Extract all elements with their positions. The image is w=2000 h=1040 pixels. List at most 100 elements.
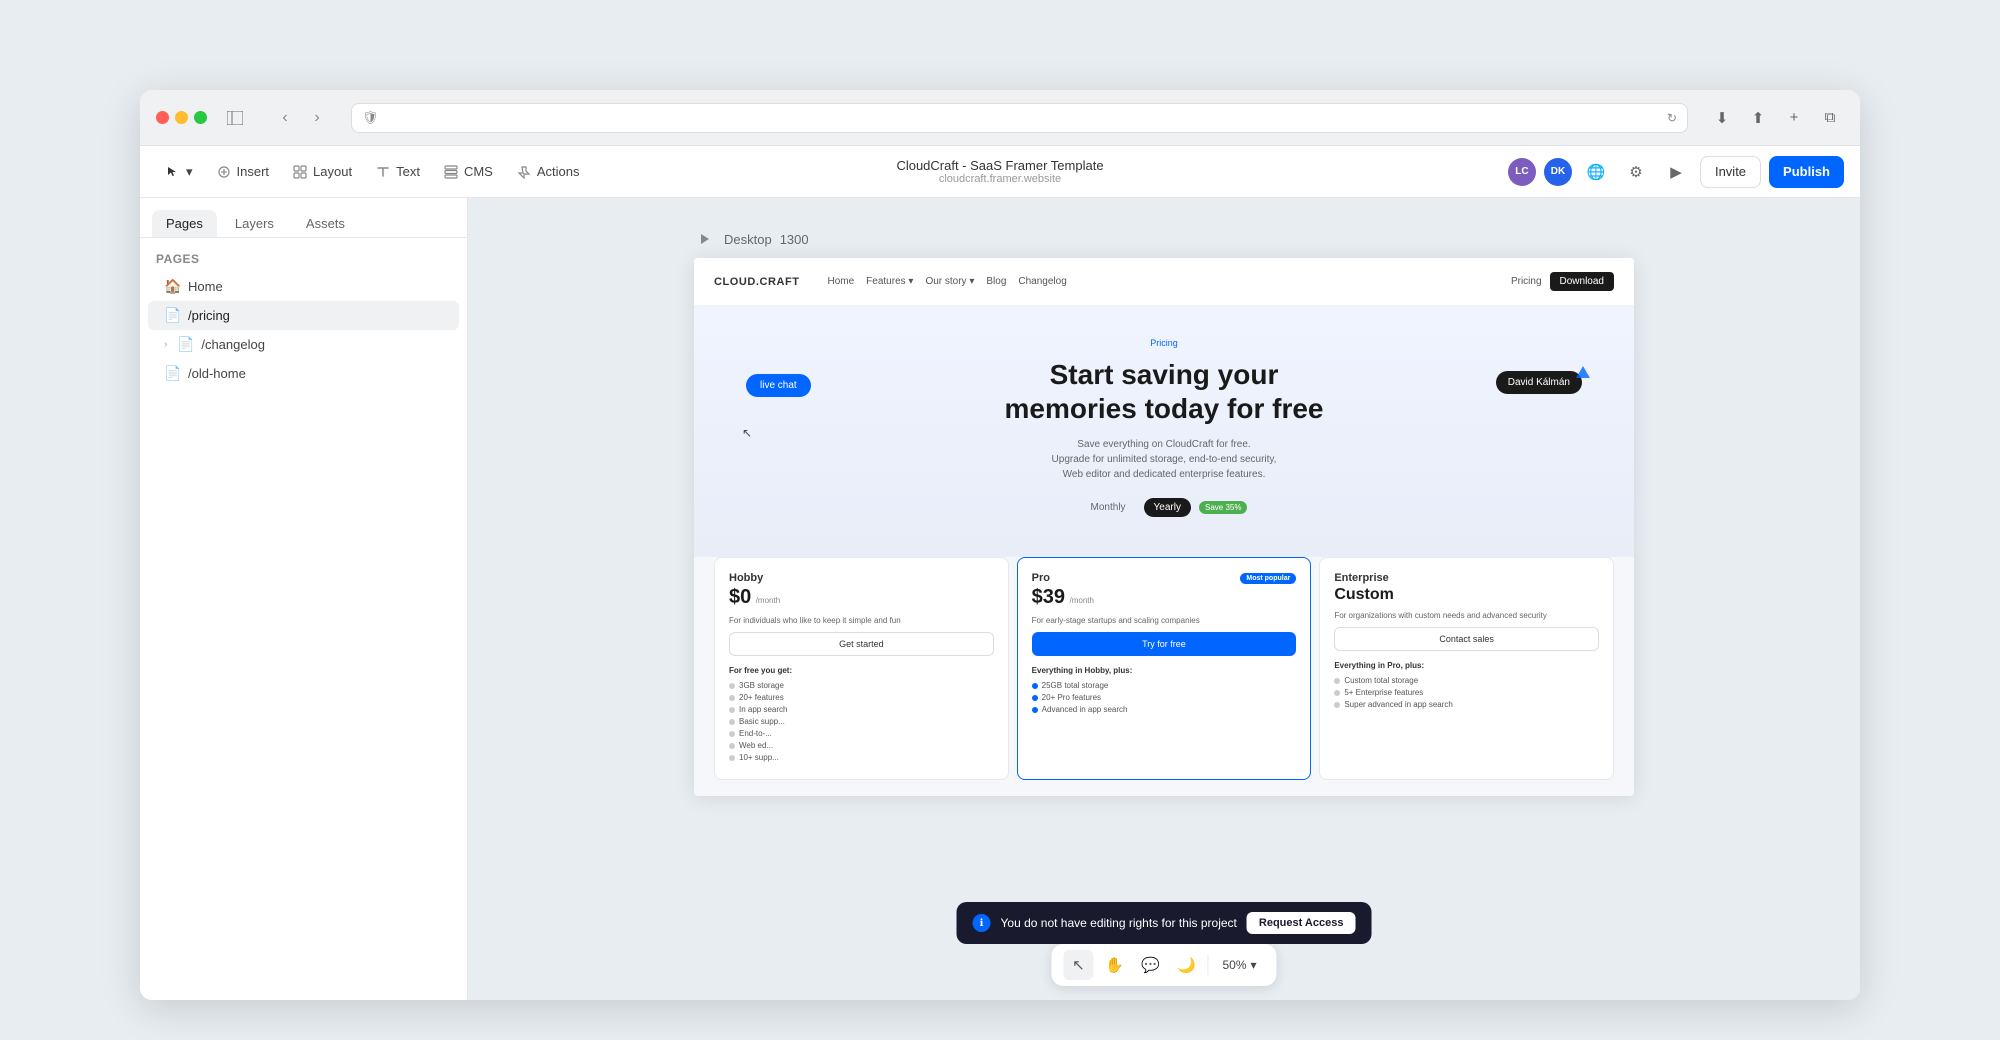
enterprise-cta-button[interactable]: Contact sales: [1334, 627, 1599, 651]
hobby-features-title: For free you get:: [729, 666, 994, 675]
site-hero: Pricing Start saving your memories today…: [694, 306, 1634, 557]
nav-link-changelog[interactable]: Changelog: [1018, 276, 1066, 287]
download-icon[interactable]: ⬇: [1708, 104, 1736, 132]
bottom-notification: ℹ You do not have editing rights for thi…: [957, 902, 1372, 944]
sidebar-item-pricing[interactable]: 📄 /pricing: [148, 301, 459, 330]
tab-pages[interactable]: Pages: [152, 210, 217, 237]
canvas-area[interactable]: Desktop 1300 CLOUD.CRAFT Home Features ▾…: [468, 198, 1860, 1000]
pointer-tool-button[interactable]: ▾: [156, 156, 203, 188]
shield-icon: 🛡: [362, 110, 379, 126]
sidebar-item-home[interactable]: 🏠 Home: [148, 272, 459, 301]
pricing-card-pro: Pro Most popular $39 /month For early-st…: [1017, 557, 1312, 780]
tab-assets[interactable]: Assets: [292, 210, 359, 237]
feature-dot: [1032, 683, 1038, 689]
nav-pricing-link[interactable]: Pricing: [1511, 276, 1542, 287]
popular-badge: Most popular: [1240, 573, 1296, 584]
nav-link-features[interactable]: Features ▾: [866, 276, 913, 287]
hobby-cta-button[interactable]: Get started: [729, 632, 994, 656]
notification-text: You do not have editing rights for this …: [1001, 916, 1237, 930]
site-nav-right: Pricing Download: [1511, 272, 1614, 291]
share-icon[interactable]: ⬆: [1744, 104, 1772, 132]
preview-container: Desktop 1300 CLOUD.CRAFT Home Features ▾…: [694, 228, 1634, 796]
pro-cta-button[interactable]: Try for free: [1032, 632, 1297, 656]
enterprise-price: Custom: [1334, 586, 1599, 604]
toolbar-left: ▾ Insert Layout: [156, 156, 716, 188]
close-button[interactable]: [156, 111, 169, 124]
insert-button[interactable]: Insert: [207, 156, 280, 188]
monthly-toggle[interactable]: Monthly: [1081, 498, 1136, 517]
tabs-icon[interactable]: ⧉: [1816, 104, 1844, 132]
old-home-page-icon: 📄: [164, 365, 180, 382]
avatar-dk[interactable]: DK: [1544, 158, 1572, 186]
address-input[interactable]: [387, 110, 1659, 125]
hobby-feature-7: 10+ supp...: [729, 753, 994, 762]
hobby-feature-4: Basic supp...: [729, 717, 994, 726]
pricing-card-hobby: Hobby $0 /month For individuals who like…: [714, 557, 1009, 780]
sidebar-item-old-home[interactable]: 📄 /old-home: [148, 359, 459, 388]
new-tab-icon[interactable]: +: [1780, 104, 1808, 132]
cms-label: CMS: [464, 164, 493, 179]
layout-button[interactable]: Layout: [283, 156, 362, 188]
project-title: CloudCraft - SaaS Framer Template: [896, 158, 1103, 173]
sidebar-toggle-button[interactable]: [227, 107, 255, 129]
nav-link-ourstory[interactable]: Our story ▾: [925, 276, 974, 287]
cursor-tool-button[interactable]: ↖: [1063, 950, 1093, 980]
zoom-control[interactable]: 50% ▾: [1214, 954, 1264, 976]
pricing-grid: Hobby $0 /month For individuals who like…: [694, 557, 1634, 796]
changelog-page-label: /changelog: [201, 337, 265, 352]
forward-button[interactable]: ›: [303, 104, 331, 132]
play-button[interactable]: ▶: [1660, 156, 1692, 188]
tab-layers[interactable]: Layers: [221, 210, 288, 237]
yearly-toggle[interactable]: Yearly: [1144, 498, 1191, 517]
nav-link-blog[interactable]: Blog: [986, 276, 1006, 287]
feature-dot: [729, 695, 735, 701]
enterprise-features-title: Everything in Pro, plus:: [1334, 661, 1599, 670]
cms-button[interactable]: CMS: [434, 156, 503, 188]
enterprise-feature-1: Custom total storage: [1334, 676, 1599, 685]
preview-play-button[interactable]: [694, 228, 716, 250]
preview-header: Desktop 1300: [694, 228, 1634, 250]
pricing-page-icon: 📄: [164, 307, 180, 324]
request-access-button[interactable]: Request Access: [1247, 912, 1356, 934]
nav-link-home[interactable]: Home: [827, 276, 854, 287]
live-chat-bubble[interactable]: live chat: [746, 374, 811, 397]
avatar-lc[interactable]: LC: [1508, 158, 1536, 186]
play-triangle-icon: [701, 234, 709, 244]
changelog-page-icon: 📄: [177, 336, 193, 353]
changelog-chevron-icon: ›: [164, 339, 167, 350]
minimize-button[interactable]: [175, 111, 188, 124]
enterprise-desc: For organizations with custom needs and …: [1334, 610, 1599, 621]
publish-button[interactable]: Publish: [1769, 156, 1844, 188]
maximize-button[interactable]: [194, 111, 207, 124]
feature-dot: [729, 731, 735, 737]
hobby-feature-1: 3GB storage: [729, 681, 994, 690]
layout-label: Layout: [313, 164, 352, 179]
hand-tool-button[interactable]: ✋: [1099, 950, 1129, 980]
globe-button[interactable]: 🌐: [1580, 156, 1612, 188]
sidebar-item-changelog[interactable]: › 📄 /changelog: [148, 330, 459, 359]
insert-label: Insert: [237, 164, 270, 179]
settings-button[interactable]: ⚙: [1620, 156, 1652, 188]
refresh-icon[interactable]: ↻: [1667, 111, 1677, 125]
pro-feature-3: Advanced in app search: [1032, 705, 1297, 714]
hobby-feature-5: End-to-...: [729, 729, 994, 738]
feature-dot: [1334, 678, 1340, 684]
hobby-feature-6: Web ed...: [729, 741, 994, 750]
feature-dot: [729, 683, 735, 689]
pricing-toggle: Monthly Yearly Save 35%: [714, 498, 1614, 517]
text-button[interactable]: Text: [366, 156, 430, 188]
browser-window: ‹ › 🛡 ↻ ⬇ ⬆ + ⧉ ▾: [140, 90, 1860, 1000]
hobby-desc: For individuals who like to keep it simp…: [729, 615, 994, 626]
invite-button[interactable]: Invite: [1700, 156, 1761, 188]
pro-plan-name: Pro Most popular: [1032, 572, 1297, 584]
notification-info-icon: ℹ: [973, 914, 991, 932]
nav-download-button[interactable]: Download: [1550, 272, 1614, 291]
david-bubble[interactable]: David Kálmán: [1496, 371, 1582, 394]
actions-button[interactable]: Actions: [507, 156, 590, 188]
dark-mode-button[interactable]: 🌙: [1171, 950, 1201, 980]
browser-nav: ‹ ›: [271, 104, 331, 132]
comment-tool-button[interactable]: 💬: [1135, 950, 1165, 980]
back-button[interactable]: ‹: [271, 104, 299, 132]
feature-dot: [729, 707, 735, 713]
save-badge: Save 35%: [1199, 501, 1247, 514]
